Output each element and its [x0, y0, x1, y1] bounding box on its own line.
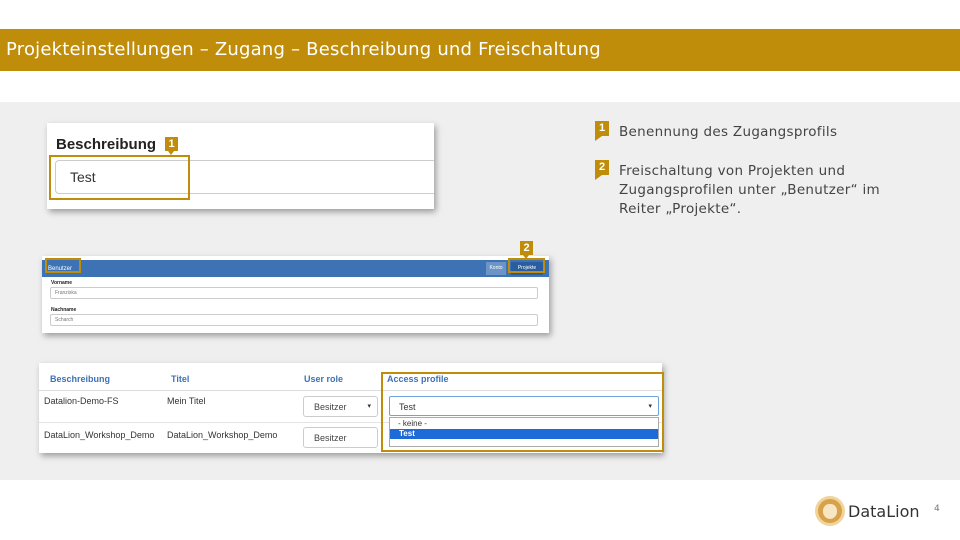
nachname-label: Nachname: [51, 307, 77, 313]
vorname-input[interactable]: Franziska: [50, 287, 538, 299]
vorname-label: Vorname: [51, 280, 73, 286]
marker-1: 1: [165, 137, 178, 155]
note-1-line: Benennung des Zugangsprofils: [619, 124, 838, 140]
row2-titel: DataLion_Workshop_Demo: [167, 430, 278, 440]
vorname-value: Franziska: [55, 290, 77, 296]
note-2: Freischaltung von Projekten und Zugangsp…: [619, 162, 880, 219]
note-2-line-2: Zugangsprofilen unter „Benutzer“ im: [619, 182, 880, 198]
screenshot-user-profile: Benutzer Konto Projekte Vorname Franzisk…: [42, 256, 549, 333]
row1-beschreibung: Datalion-Demo-FS: [44, 396, 119, 406]
nachname-value: Scharch: [55, 317, 74, 323]
nachname-input[interactable]: Scharch: [50, 314, 538, 326]
nav-konto-button[interactable]: Konto: [486, 262, 506, 275]
col-header-titel: Titel: [171, 374, 190, 384]
row2-user-role-value: Besitzer: [314, 433, 347, 443]
lion-face-icon: [823, 504, 837, 519]
note-1: Benennung des Zugangsprofils: [619, 123, 837, 142]
highlight-benutzer: [45, 258, 81, 273]
highlight-description-input: [49, 155, 190, 200]
col-header-user-role: User role: [304, 374, 344, 384]
row2-beschreibung: DataLion_Workshop_Demo: [44, 430, 155, 440]
highlight-access-profile: [381, 372, 664, 452]
brand-name: DataLion: [848, 502, 920, 521]
highlight-projekte: [508, 258, 545, 273]
note-marker-1: 1: [595, 121, 609, 141]
slide-title: Projekteinstellungen – Zugang – Beschrei…: [6, 39, 601, 60]
note-2-line-3: Reiter „Projekte“.: [619, 201, 742, 217]
title-bar: Projekteinstellungen – Zugang – Beschrei…: [0, 29, 960, 71]
description-label: Beschreibung: [56, 136, 157, 153]
user-navbar: Benutzer Konto Projekte: [42, 260, 549, 277]
page-number: 4: [934, 504, 940, 514]
row1-user-role-value: Besitzer: [314, 402, 347, 412]
note-marker-2: 2: [595, 160, 609, 180]
row1-user-role-select[interactable]: Besitzer ▾: [303, 396, 378, 417]
marker-2: 2: [520, 241, 533, 259]
note-2-line-1: Freischaltung von Projekten und: [619, 163, 846, 179]
row2-user-role-select[interactable]: Besitzer: [303, 427, 378, 448]
col-header-beschreibung: Beschreibung: [50, 374, 111, 384]
chevron-down-icon: ▾: [367, 403, 371, 410]
row1-titel: Mein Titel: [167, 396, 206, 406]
